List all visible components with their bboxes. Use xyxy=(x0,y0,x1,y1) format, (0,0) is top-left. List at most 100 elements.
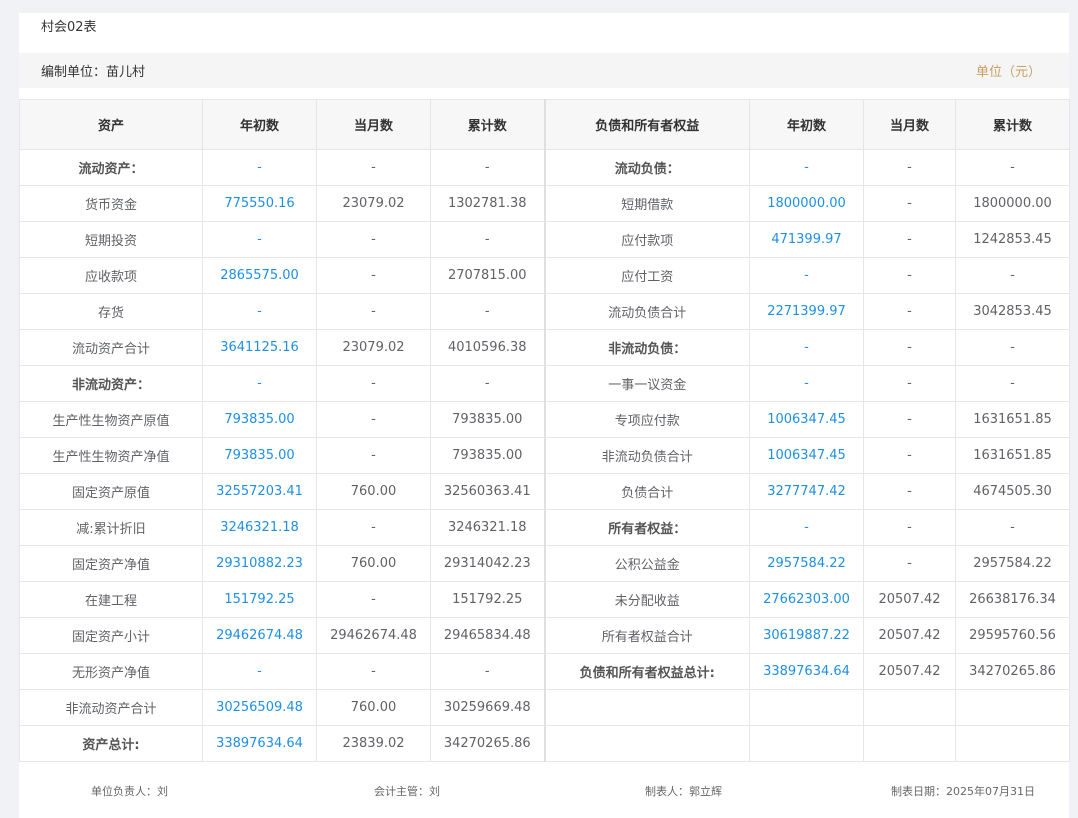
report-panel: 村会02表 编制单位：苗儿村 单位（元） 资产 年初数 当月数 累计数 负债和所有者权益… xyxy=(19,13,1070,818)
column-header: 年初数 xyxy=(749,99,864,150)
amount-cell: 151792.25 xyxy=(202,581,317,618)
table-row: 货币资金 775550.16 23079.02 1302781.38 短期借款 18000… xyxy=(19,185,1070,222)
amount-cell: - xyxy=(316,149,431,186)
amount-cell: 1006347.45 xyxy=(749,401,864,438)
amount-cell: - xyxy=(316,401,431,438)
amount-cell: - xyxy=(202,293,317,330)
amount-cell: 760.00 xyxy=(316,473,431,510)
amount-cell: 4010596.38 xyxy=(430,329,545,366)
table-row: 生产性生物资产原值 793835.00-793835.00 专项应付款 1006347… xyxy=(19,401,1070,438)
amount-cell: 471399.97 xyxy=(749,221,864,258)
amount-cell: - xyxy=(955,365,1070,402)
asset-item-label: 非流动资产合计 xyxy=(19,689,203,726)
asset-item-label: 流动资产合计 xyxy=(19,329,203,366)
amount-cell: 760.00 xyxy=(316,689,431,726)
accounting-supervisor: 会计主管：刘 xyxy=(374,785,440,798)
amount-cell: 775550.16 xyxy=(202,185,317,222)
amount-cell: - xyxy=(863,329,956,366)
amount-cell: - xyxy=(202,365,317,402)
table-row: 流动资产合计 3641125.16 23079.02 4010596.38 非流动负债：… xyxy=(19,329,1070,366)
amount-cell: - xyxy=(316,293,431,330)
amount-cell xyxy=(863,689,956,726)
balance-sheet-table: 资产 年初数 当月数 累计数 负债和所有者权益 年初数 当月数 累计数 流动资产： - - - 流动负… xyxy=(19,99,1070,762)
amount-cell: 29595760.56 xyxy=(955,617,1070,654)
asset-item-label: 固定资产净值 xyxy=(19,545,203,582)
table-header-row: 资产 年初数 当月数 累计数 负债和所有者权益 年初数 当月数 累计数 xyxy=(19,99,1070,150)
amount-cell: 3277747.42 xyxy=(749,473,864,510)
table-row: 减:累计折旧 3246321.18-3246321.18 所有者权益： - - - xyxy=(19,509,1070,546)
table-row: 固定资产净值 29310882.23 760.00 29314042.23 公积公益金 2… xyxy=(19,545,1070,582)
asset-item-label: 无形资产净值 xyxy=(19,653,203,690)
amount-cell: - xyxy=(202,149,317,186)
report-footer: 单位负责人：刘 会计主管：刘 制表人：郭立辉 制表日期：2025年07月31日 xyxy=(19,783,1069,803)
liability-item-label: 流动负债： xyxy=(543,149,750,186)
amount-cell: - xyxy=(863,257,956,294)
amount-cell: - xyxy=(955,329,1070,366)
asset-item-label: 非流动资产： xyxy=(19,365,203,402)
amount-cell: 760.00 xyxy=(316,545,431,582)
amount-cell: 793835.00 xyxy=(430,437,545,474)
report-preparer: 制表人：郭立辉 xyxy=(645,785,722,798)
column-header: 年初数 xyxy=(202,99,317,150)
amount-cell: - xyxy=(749,365,864,402)
amount-cell: 30619887.22 xyxy=(749,617,864,654)
amount-cell: - xyxy=(863,293,956,330)
table-row: 流动资产： - - - 流动负债： - - - xyxy=(19,149,1070,186)
column-header: 当月数 xyxy=(863,99,956,150)
amount-cell: - xyxy=(430,365,545,402)
amount-cell xyxy=(863,725,956,762)
asset-item-label: 固定资产小计 xyxy=(19,617,203,654)
amount-cell: - xyxy=(316,365,431,402)
amount-cell: 793835.00 xyxy=(202,437,317,474)
liability-item-label: 流动负债合计 xyxy=(543,293,750,330)
amount-cell: - xyxy=(955,257,1070,294)
asset-item-label: 应收款项 xyxy=(19,257,203,294)
asset-item-label: 固定资产原值 xyxy=(19,473,203,510)
amount-cell: - xyxy=(430,149,545,186)
currency-unit-label: 单位（元） xyxy=(975,65,1041,80)
amount-cell: - xyxy=(202,221,317,258)
amount-cell: 32560363.41 xyxy=(430,473,545,510)
asset-item-label: 流动资产： xyxy=(19,149,203,186)
liability-item-label: 短期借款 xyxy=(543,185,750,222)
amount-cell: 20507.42 xyxy=(863,581,956,618)
column-header: 累计数 xyxy=(955,99,1070,150)
liability-item-label: 负债合计 xyxy=(543,473,750,510)
amount-cell: 1006347.45 xyxy=(749,437,864,474)
column-header: 负债和所有者权益 xyxy=(543,99,750,150)
amount-cell: 3246321.18 xyxy=(202,509,317,546)
asset-item-label: 存货 xyxy=(19,293,203,330)
amount-cell: - xyxy=(749,329,864,366)
asset-item-label: 减:累计折旧 xyxy=(19,509,203,546)
org-label: 编制单位：苗儿村 xyxy=(41,65,146,80)
amount-cell: 1800000.00 xyxy=(749,185,864,222)
amount-cell: 34270265.86 xyxy=(430,725,545,762)
amount-cell: 1800000.00 xyxy=(955,185,1070,222)
table-row: 无形资产净值 - - - 负债和所有者权益总计: 33897634.64 20507.42 3… xyxy=(19,653,1070,690)
liability-item-label: 公积公益金 xyxy=(543,545,750,582)
table-row: 固定资产原值 32557203.41 760.00 32560363.41 负债合计 32… xyxy=(19,473,1070,510)
liability-item-label: 一事一议资金 xyxy=(543,365,750,402)
amount-cell xyxy=(955,725,1070,762)
liability-item-label: 非流动负债： xyxy=(543,329,750,366)
table-row: 生产性生物资产净值 793835.00-793835.00 非流动负债合计 10063… xyxy=(19,437,1070,474)
table-row: 在建工程 151792.25-151792.25 未分配收益 27662303.00 2… xyxy=(19,581,1070,618)
liability-item-label: 应付款项 xyxy=(543,221,750,258)
amount-cell: 27662303.00 xyxy=(749,581,864,618)
amount-cell: - xyxy=(863,221,956,258)
table-row: 非流动资产合计 30256509.48 760.00 30259669.48 xyxy=(19,689,1070,726)
amount-cell: 20507.42 xyxy=(863,617,956,654)
amount-cell: - xyxy=(430,653,545,690)
liability-item-label: 所有者权益： xyxy=(543,509,750,546)
amount-cell: 32557203.41 xyxy=(202,473,317,510)
asset-item-label: 短期投资 xyxy=(19,221,203,258)
amount-cell: - xyxy=(316,581,431,618)
amount-cell: - xyxy=(863,401,956,438)
amount-cell: - xyxy=(316,509,431,546)
amount-cell: 1631651.85 xyxy=(955,401,1070,438)
amount-cell: 26638176.34 xyxy=(955,581,1070,618)
table-row: 非流动资产： - - - 一事一议资金 - - - xyxy=(19,365,1070,402)
amount-cell: 4674505.30 xyxy=(955,473,1070,510)
amount-cell: 20507.42 xyxy=(863,653,956,690)
report-date: 制表日期：2025年07月31日 xyxy=(891,785,1035,798)
